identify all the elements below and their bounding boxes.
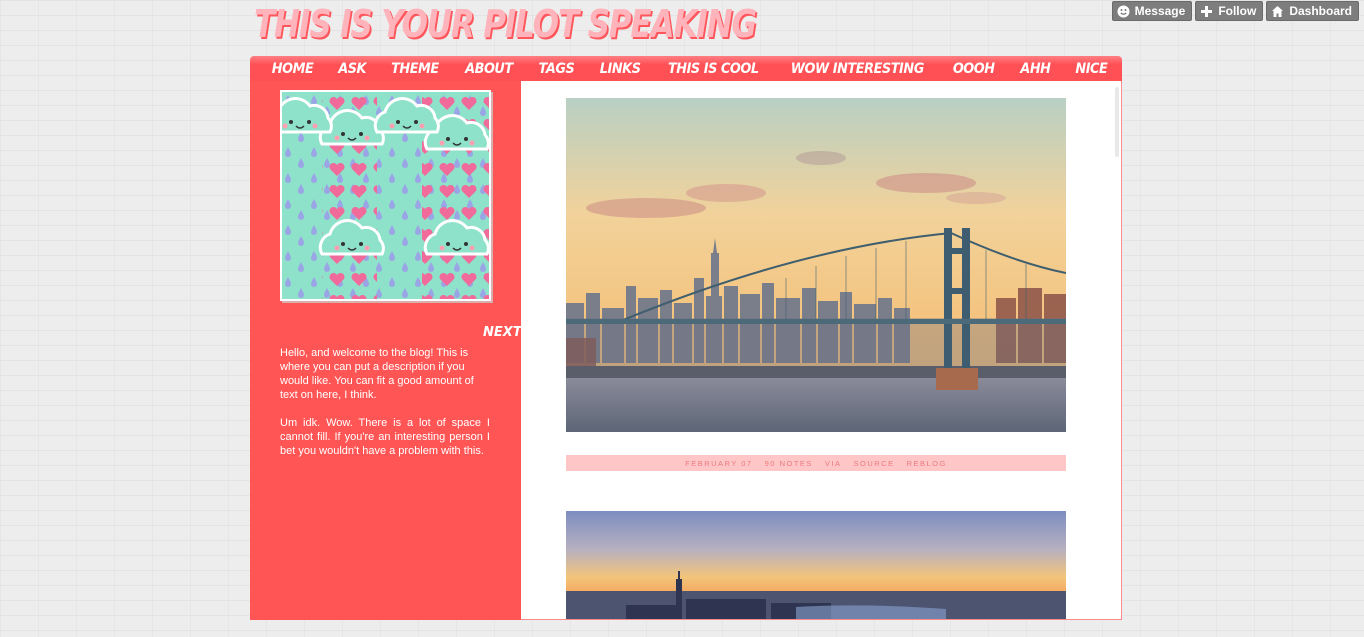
message-label: Message: [1134, 4, 1186, 18]
plus-icon: [1200, 5, 1213, 18]
follow-label: Follow: [1218, 4, 1257, 18]
post-meta-bar: February 07 90 notes via source reblog: [566, 455, 1066, 471]
post-via[interactable]: via: [825, 459, 842, 468]
message-button[interactable]: Message: [1111, 1, 1193, 21]
message-smiley-icon: [1117, 5, 1130, 18]
sidebar: Next Hello, and welcome to the blog! Thi…: [250, 81, 522, 620]
nav-tags[interactable]: Tags: [539, 61, 575, 77]
tumblr-controls: Message Follow Dashboard: [1111, 1, 1359, 21]
nav-wow-interesting[interactable]: Wow interesting: [791, 61, 924, 77]
home-icon: [1271, 5, 1284, 18]
nav-theme[interactable]: Theme: [391, 61, 439, 77]
scrollbar[interactable]: [1115, 87, 1119, 157]
nav-this-is-cool[interactable]: This is cool: [668, 61, 759, 77]
dashboard-label: Dashboard: [1289, 4, 1352, 18]
nav-nice[interactable]: Nice: [1075, 61, 1107, 77]
next-page-link[interactable]: Next: [483, 325, 522, 340]
post-photo-skyline[interactable]: [566, 511, 1066, 619]
post-date[interactable]: February 07: [685, 459, 753, 468]
post-reblog[interactable]: reblog: [907, 459, 947, 468]
follow-button[interactable]: Follow: [1195, 1, 1264, 21]
blog-title[interactable]: This is your pilot speaking: [254, 2, 757, 46]
dashboard-button[interactable]: Dashboard: [1266, 1, 1359, 21]
nav-about[interactable]: About: [465, 61, 513, 77]
nav-oooh[interactable]: Oooh: [953, 61, 995, 77]
nav-home[interactable]: Home: [272, 61, 314, 77]
nav-links[interactable]: Links: [600, 61, 641, 77]
post-source[interactable]: source: [854, 459, 895, 468]
blog-description: Hello, and welcome to the blog! This is …: [280, 346, 490, 458]
nav-bar: Home Ask Theme About Tags Links This is …: [250, 56, 1122, 81]
post-photo-bridge[interactable]: [566, 98, 1066, 432]
description-paragraph: Hello, and welcome to the blog! This is …: [280, 347, 474, 401]
post-notes[interactable]: 90 notes: [765, 459, 813, 468]
posts-container: February 07 90 notes via source reblog: [521, 81, 1122, 620]
sidebar-image: [280, 90, 491, 301]
nav-ask[interactable]: Ask: [338, 61, 366, 77]
description-paragraph: Um idk. Wow. There is a lot of space I c…: [280, 417, 490, 457]
nav-ahh[interactable]: Ahh: [1020, 61, 1051, 77]
